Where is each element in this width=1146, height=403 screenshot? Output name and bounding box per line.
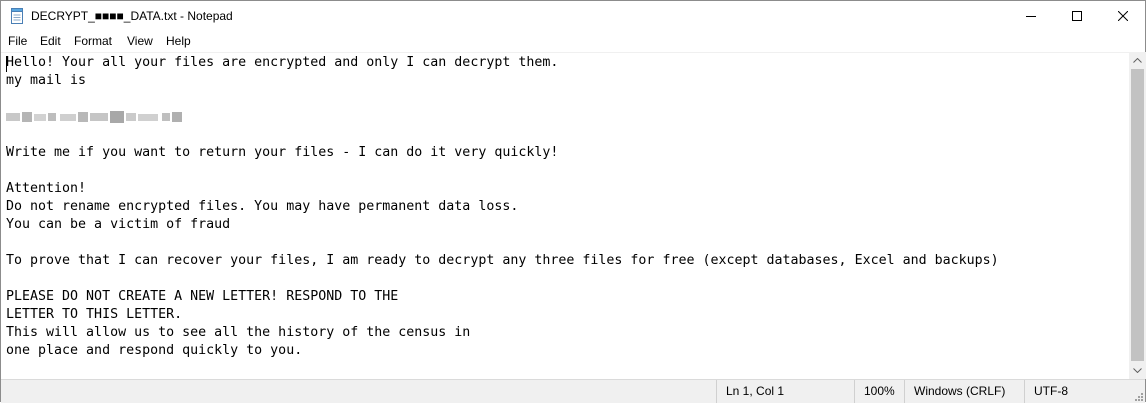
window-title: DECRYPT_■■■■_DATA.txt - Notepad [31,9,233,23]
encoding: UTF-8 [1024,380,1145,403]
minimize-icon [1026,16,1036,17]
menu-bar: File Edit Format View Help [1,31,1145,51]
text-line: Hello! Your all your files are encrypted… [6,55,559,70]
status-bar: Ln 1, Col 1 100% Windows (CRLF) UTF-8 [1,379,1145,403]
notepad-window: DECRYPT_■■■■_DATA.txt - Notepad File Edi… [0,0,1146,403]
text-line: Attention! [6,181,87,196]
menu-help[interactable]: Help [166,34,191,48]
maximize-button[interactable] [1054,1,1100,31]
close-button[interactable] [1100,1,1146,31]
text-line: Do not rename encrypted files. You may h… [6,199,519,214]
scroll-up-button[interactable] [1129,52,1146,69]
vertical-scrollbar[interactable] [1129,52,1146,379]
resize-grip-icon[interactable] [1133,391,1143,401]
close-icon [1118,11,1128,21]
text-editor[interactable]: Hello! Your all your files are encrypted… [1,52,1129,380]
text-line: one place and respond quickly to you. [6,343,303,358]
title-bar[interactable]: DECRYPT_■■■■_DATA.txt - Notepad [1,1,1145,31]
text-line: To prove that I can recover your files, … [6,253,999,268]
line-ending: Windows (CRLF) [904,380,1024,403]
scroll-thumb[interactable] [1131,69,1144,361]
chevron-up-icon [1133,58,1142,63]
redacted-email [6,111,182,123]
text-line: You can be a victim of fraud [6,217,231,232]
chevron-down-icon [1133,368,1142,373]
zoom-level: 100% [854,380,904,403]
cursor-position: Ln 1, Col 1 [716,380,854,403]
text-line: Write me if you want to return your file… [6,145,559,160]
minimize-button[interactable] [1008,1,1054,31]
scroll-down-button[interactable] [1129,362,1146,379]
menu-edit[interactable]: Edit [40,34,61,48]
menu-format[interactable]: Format [74,34,112,48]
text-line: LETTER TO THIS LETTER. [6,307,183,322]
menu-file[interactable]: File [8,34,27,48]
notepad-icon [11,8,23,24]
text-line: This will allow us to see all the histor… [6,325,471,340]
text-line: my mail is [6,73,87,88]
maximize-icon [1072,11,1082,21]
text-line: PLEASE DO NOT CREATE A NEW LETTER! RESPO… [6,289,399,304]
menu-view[interactable]: View [127,34,153,48]
